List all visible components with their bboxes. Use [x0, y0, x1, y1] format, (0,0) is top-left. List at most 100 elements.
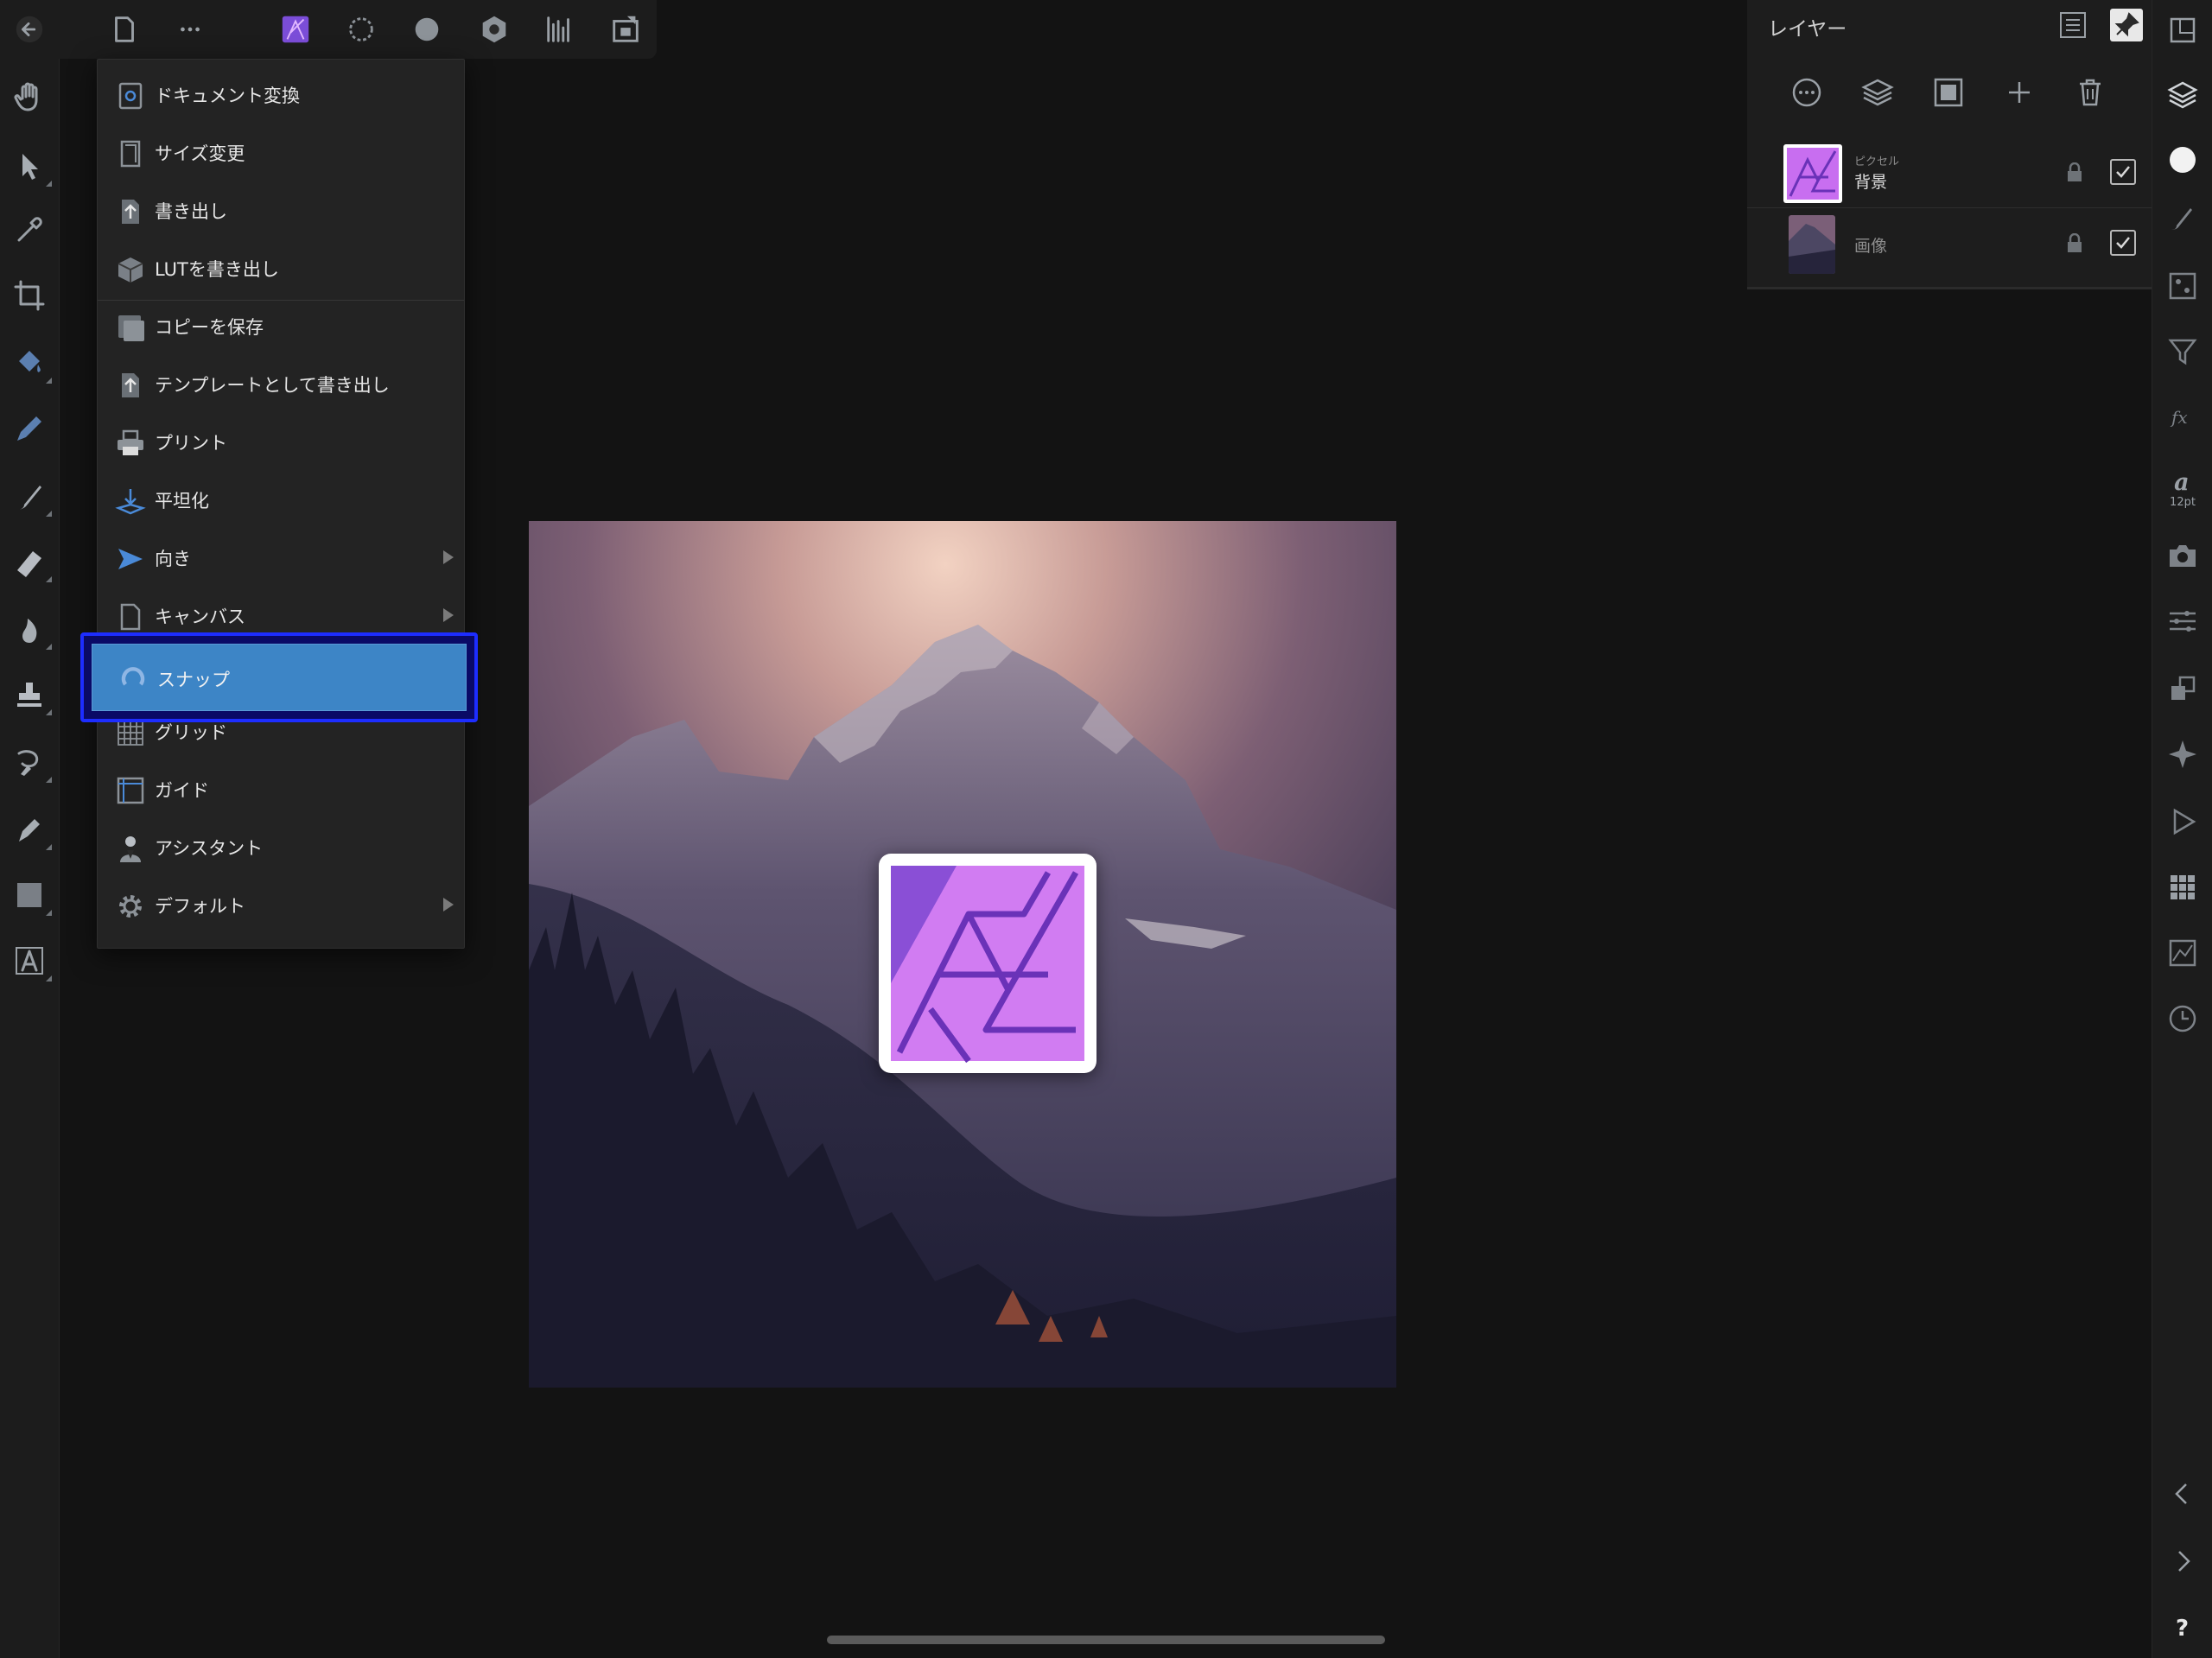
- more-button[interactable]: [169, 9, 211, 50]
- burn-tool[interactable]: [7, 607, 52, 651]
- flood-fill-tool[interactable]: [7, 340, 52, 385]
- menu-item-export[interactable]: 書き出し: [98, 182, 464, 240]
- play-icon: [2173, 808, 2196, 835]
- menu-item-label: グリッド: [155, 722, 227, 743]
- library-studio-button[interactable]: [2163, 867, 2202, 907]
- color-studio-button[interactable]: [2163, 140, 2202, 180]
- camera-icon: [2170, 545, 2196, 567]
- effects-studio-button[interactable]: fx: [2163, 397, 2202, 437]
- panel-menu-button[interactable]: [2058, 10, 2088, 40]
- menu-item-label: 向き: [155, 549, 191, 569]
- macro-studio-button[interactable]: [2163, 802, 2202, 842]
- back-button[interactable]: [7, 9, 52, 50]
- menu-item-flatten[interactable]: 平坦化: [98, 472, 464, 530]
- snap-magnet-icon: [121, 667, 145, 686]
- text-styles-studio-button[interactable]: a 12pt: [2163, 460, 2202, 515]
- liquify-persona-button[interactable]: [340, 9, 382, 50]
- tone-mapping-persona-button[interactable]: [474, 9, 515, 50]
- logo-icon: [891, 866, 1084, 1064]
- brushes-studio-button[interactable]: [2163, 199, 2202, 238]
- layers-studio-button[interactable]: [2163, 76, 2202, 116]
- menu-item-export-template[interactable]: テンプレートとして書き出し: [98, 356, 464, 414]
- menu-item-label: ドキュメント変換: [155, 86, 300, 106]
- menu-item-save-copy[interactable]: コピーを保存: [98, 298, 464, 356]
- gear-icon: [119, 895, 142, 918]
- paint-brush-tool[interactable]: [7, 473, 52, 518]
- lock-icon[interactable]: [2065, 233, 2084, 254]
- menu-item-label: デフォルト: [155, 896, 245, 917]
- menu-item-guides[interactable]: ガイド: [98, 761, 464, 819]
- text-tool[interactable]: [7, 938, 52, 983]
- submenu-arrow-icon: [443, 608, 454, 622]
- crop-tool[interactable]: [7, 273, 52, 318]
- previous-button[interactable]: [2163, 1474, 2202, 1514]
- selection-fill: [92, 644, 467, 711]
- rectangle-tool[interactable]: [7, 873, 52, 918]
- histogram-studio-button[interactable]: [2163, 933, 2202, 973]
- adjustments-studio-button[interactable]: [2163, 266, 2202, 306]
- photo-persona-button[interactable]: [275, 9, 316, 50]
- menu-item-label: スナップ: [157, 670, 230, 690]
- layer-row[interactable]: ピクセル 背景: [1747, 138, 2152, 207]
- document-menu: ドキュメント変換 サイズ変更 書き出し LUTを書き出し コピーを保存 テンプレ…: [97, 59, 465, 949]
- filters-studio-button[interactable]: [2163, 332, 2202, 372]
- hand-tool[interactable]: [7, 74, 52, 119]
- pen-tool[interactable]: [7, 406, 52, 451]
- submenu-arrow-icon: [443, 898, 454, 912]
- help-button[interactable]: ?: [2163, 1607, 2202, 1647]
- menu-item-document-convert[interactable]: ドキュメント変換: [98, 67, 464, 124]
- menu-item-resize[interactable]: サイズ変更: [98, 124, 464, 182]
- levels-button[interactable]: [539, 9, 581, 50]
- selection-brush-tool[interactable]: [7, 740, 52, 785]
- menu-item-orientation[interactable]: 向き: [98, 530, 464, 588]
- add-mask-button[interactable]: [1923, 67, 1974, 118]
- hide-studio-button[interactable]: [2163, 10, 2202, 50]
- document-convert-icon: [118, 82, 143, 110]
- layer-thumbnail: [1783, 144, 1842, 203]
- move-tool[interactable]: [7, 143, 52, 188]
- stock-studio-button[interactable]: [2163, 536, 2202, 575]
- visibility-checkbox[interactable]: [2110, 230, 2136, 256]
- export-persona-button[interactable]: [605, 9, 646, 50]
- vector-pen-tool[interactable]: [7, 807, 52, 852]
- list-icon: [2060, 12, 2086, 38]
- eraser-tool[interactable]: [7, 539, 52, 584]
- layer-group-button[interactable]: [1853, 67, 1903, 118]
- history-studio-button[interactable]: [2163, 999, 2202, 1039]
- layer-row[interactable]: 画像: [1747, 209, 2152, 278]
- lock-icon[interactable]: [2065, 162, 2084, 183]
- menu-item-export-lut[interactable]: LUTを書き出し: [98, 240, 464, 298]
- plus-icon: [2009, 82, 2030, 103]
- crop-icon: [14, 280, 45, 311]
- layer-options-button[interactable]: [1782, 67, 1832, 118]
- color-picker-tool[interactable]: [7, 207, 52, 252]
- delete-layer-button[interactable]: [2065, 67, 2115, 118]
- more-icon: [181, 27, 200, 32]
- svg-text:fx: fx: [2170, 407, 2188, 428]
- menu-item-defaults[interactable]: デフォルト: [98, 877, 464, 935]
- menu-item-snap[interactable]: スナップ: [80, 632, 478, 722]
- add-layer-button[interactable]: [1994, 67, 2044, 118]
- sliders-icon: [2170, 611, 2196, 632]
- resize-icon: [120, 140, 141, 168]
- menu-item-assistant[interactable]: アシスタント: [98, 819, 464, 877]
- transform-studio-button[interactable]: [2163, 669, 2202, 708]
- develop-persona-button[interactable]: [406, 9, 448, 50]
- trash-icon: [2080, 79, 2101, 106]
- pin-panel-button[interactable]: [2110, 9, 2143, 41]
- fx-icon: fx: [2170, 407, 2188, 428]
- submenu-arrow-icon: [443, 550, 454, 564]
- guides-icon: [117, 777, 144, 804]
- menu-item-print[interactable]: プリント: [98, 414, 464, 472]
- visibility-checkbox[interactable]: [2110, 159, 2136, 185]
- sliders-studio-button[interactable]: [2163, 601, 2202, 641]
- menu-item-label: 書き出し: [155, 201, 227, 222]
- clone-stamp-tool[interactable]: [7, 672, 52, 717]
- menu-item-label: コピーを保存: [155, 317, 264, 338]
- navigator-studio-button[interactable]: [2163, 734, 2202, 774]
- lasso-brush-icon: [17, 750, 39, 776]
- layers-stack-icon: [1861, 79, 1894, 106]
- document-button[interactable]: [104, 9, 145, 50]
- next-button[interactable]: [2163, 1541, 2202, 1581]
- text-icon: [16, 947, 43, 975]
